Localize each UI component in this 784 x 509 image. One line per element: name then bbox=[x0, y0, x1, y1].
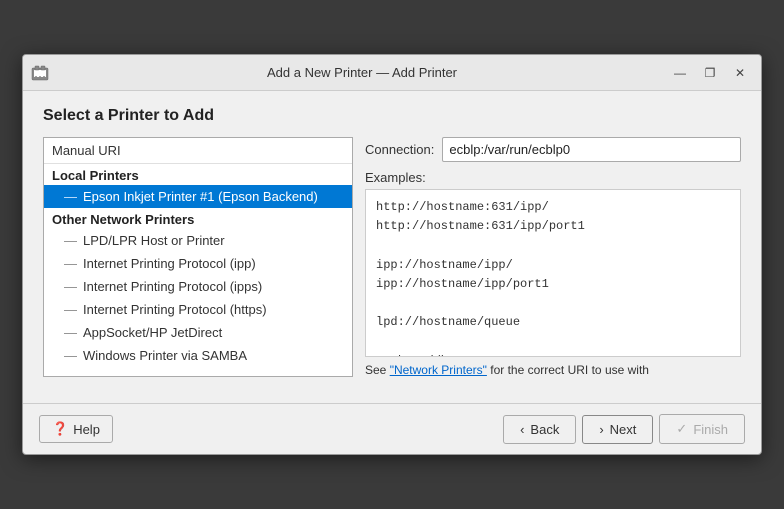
dash-icon: — bbox=[64, 189, 77, 204]
example-line-2: http://hostname:631/ipp/port1 bbox=[376, 217, 730, 236]
example-blank-3 bbox=[376, 332, 730, 351]
window-controls: — ❐ ✕ bbox=[667, 61, 753, 85]
help-button[interactable]: ❓ Help bbox=[39, 415, 113, 443]
printer-item-epson[interactable]: — Epson Inkjet Printer #1 (Epson Backend… bbox=[44, 185, 352, 208]
next-button[interactable]: › Next bbox=[582, 415, 653, 444]
back-chevron-icon: ‹ bbox=[520, 422, 524, 437]
next-chevron-icon: › bbox=[599, 422, 603, 437]
dash-icon: — bbox=[64, 302, 77, 317]
manual-uri-label: Manual URI bbox=[52, 143, 121, 158]
restore-button[interactable]: ❐ bbox=[697, 61, 723, 85]
printer-item-ipp[interactable]: — Internet Printing Protocol (ipp) bbox=[44, 252, 352, 275]
printer-item-label: Internet Printing Protocol (ipp) bbox=[83, 256, 256, 271]
local-printers-header: Local Printers bbox=[44, 164, 352, 185]
printer-item-label: Internet Printing Protocol (https) bbox=[83, 302, 267, 317]
printer-item-label: Epson Inkjet Printer #1 (Epson Backend) bbox=[83, 189, 318, 204]
window-title: Add a New Printer — Add Printer bbox=[57, 65, 667, 80]
connection-input[interactable] bbox=[442, 137, 741, 162]
close-button[interactable]: ✕ bbox=[727, 61, 753, 85]
page-title: Select a Printer to Add bbox=[43, 107, 741, 125]
printer-item-label: Internet Printing Protocol (ipps) bbox=[83, 279, 262, 294]
main-area: Manual URI Local Printers — Epson Inkjet… bbox=[43, 137, 741, 377]
connection-label: Connection: bbox=[365, 142, 434, 157]
network-printers-link[interactable]: "Network Printers" bbox=[390, 363, 487, 377]
window-icon bbox=[31, 64, 49, 82]
titlebar: Add a New Printer — Add Printer — ❐ ✕ bbox=[23, 55, 761, 91]
help-label: Help bbox=[73, 422, 100, 437]
minimize-button[interactable]: — bbox=[667, 61, 693, 85]
example-line-1: http://hostname:631/ipp/ bbox=[376, 198, 730, 217]
dash-icon: — bbox=[64, 256, 77, 271]
printer-item-https[interactable]: — Internet Printing Protocol (https) bbox=[44, 298, 352, 321]
dash-icon: — bbox=[64, 348, 77, 363]
printer-item-lpd[interactable]: — LPD/LPR Host or Printer bbox=[44, 229, 352, 252]
help-icon: ❓ bbox=[52, 421, 68, 437]
example-line-6: socket://hostname bbox=[376, 352, 730, 358]
example-line-5: lpd://hostname/queue bbox=[376, 313, 730, 332]
finish-label: Finish bbox=[693, 422, 728, 437]
examples-label: Examples: bbox=[365, 170, 741, 185]
printer-item-label: Windows Printer via SAMBA bbox=[83, 348, 247, 363]
printer-list[interactable]: Manual URI Local Printers — Epson Inkjet… bbox=[43, 137, 353, 377]
dialog-content: Select a Printer to Add Manual URI Local… bbox=[23, 91, 761, 393]
dash-icon: — bbox=[64, 325, 77, 340]
examples-box: http://hostname:631/ipp/ http://hostname… bbox=[365, 189, 741, 357]
dash-icon: — bbox=[64, 233, 77, 248]
example-blank-1 bbox=[376, 236, 730, 255]
other-network-header: Other Network Printers bbox=[44, 208, 352, 229]
dash-icon: — bbox=[64, 279, 77, 294]
note-prefix: See bbox=[365, 363, 390, 377]
example-blank-2 bbox=[376, 294, 730, 313]
right-panel: Connection: Examples: http://hostname:63… bbox=[365, 137, 741, 377]
next-label: Next bbox=[610, 422, 637, 437]
footer-left: ❓ Help bbox=[39, 415, 497, 443]
printer-item-label: LPD/LPR Host or Printer bbox=[83, 233, 225, 248]
connection-row: Connection: bbox=[365, 137, 741, 162]
back-button[interactable]: ‹ Back bbox=[503, 415, 576, 444]
footer: ❓ Help ‹ Back › Next ✓ Finish bbox=[23, 403, 761, 454]
printer-item-ipps[interactable]: — Internet Printing Protocol (ipps) bbox=[44, 275, 352, 298]
note-suffix: for the correct URI to use with bbox=[487, 363, 649, 377]
example-line-4: ipp://hostname/ipp/port1 bbox=[376, 275, 730, 294]
back-label: Back bbox=[530, 422, 559, 437]
printer-item-appsocket[interactable]: — AppSocket/HP JetDirect bbox=[44, 321, 352, 344]
main-window: Add a New Printer — Add Printer — ❐ ✕ Se… bbox=[22, 54, 762, 455]
finish-check-icon: ✓ bbox=[676, 421, 687, 437]
printer-item-label: AppSocket/HP JetDirect bbox=[83, 325, 222, 340]
finish-button[interactable]: ✓ Finish bbox=[659, 414, 745, 444]
manual-uri-row[interactable]: Manual URI bbox=[44, 138, 352, 164]
printer-item-samba[interactable]: — Windows Printer via SAMBA bbox=[44, 344, 352, 367]
example-line-3: ipp://hostname/ipp/ bbox=[376, 256, 730, 275]
examples-note: See "Network Printers" for the correct U… bbox=[365, 363, 741, 377]
